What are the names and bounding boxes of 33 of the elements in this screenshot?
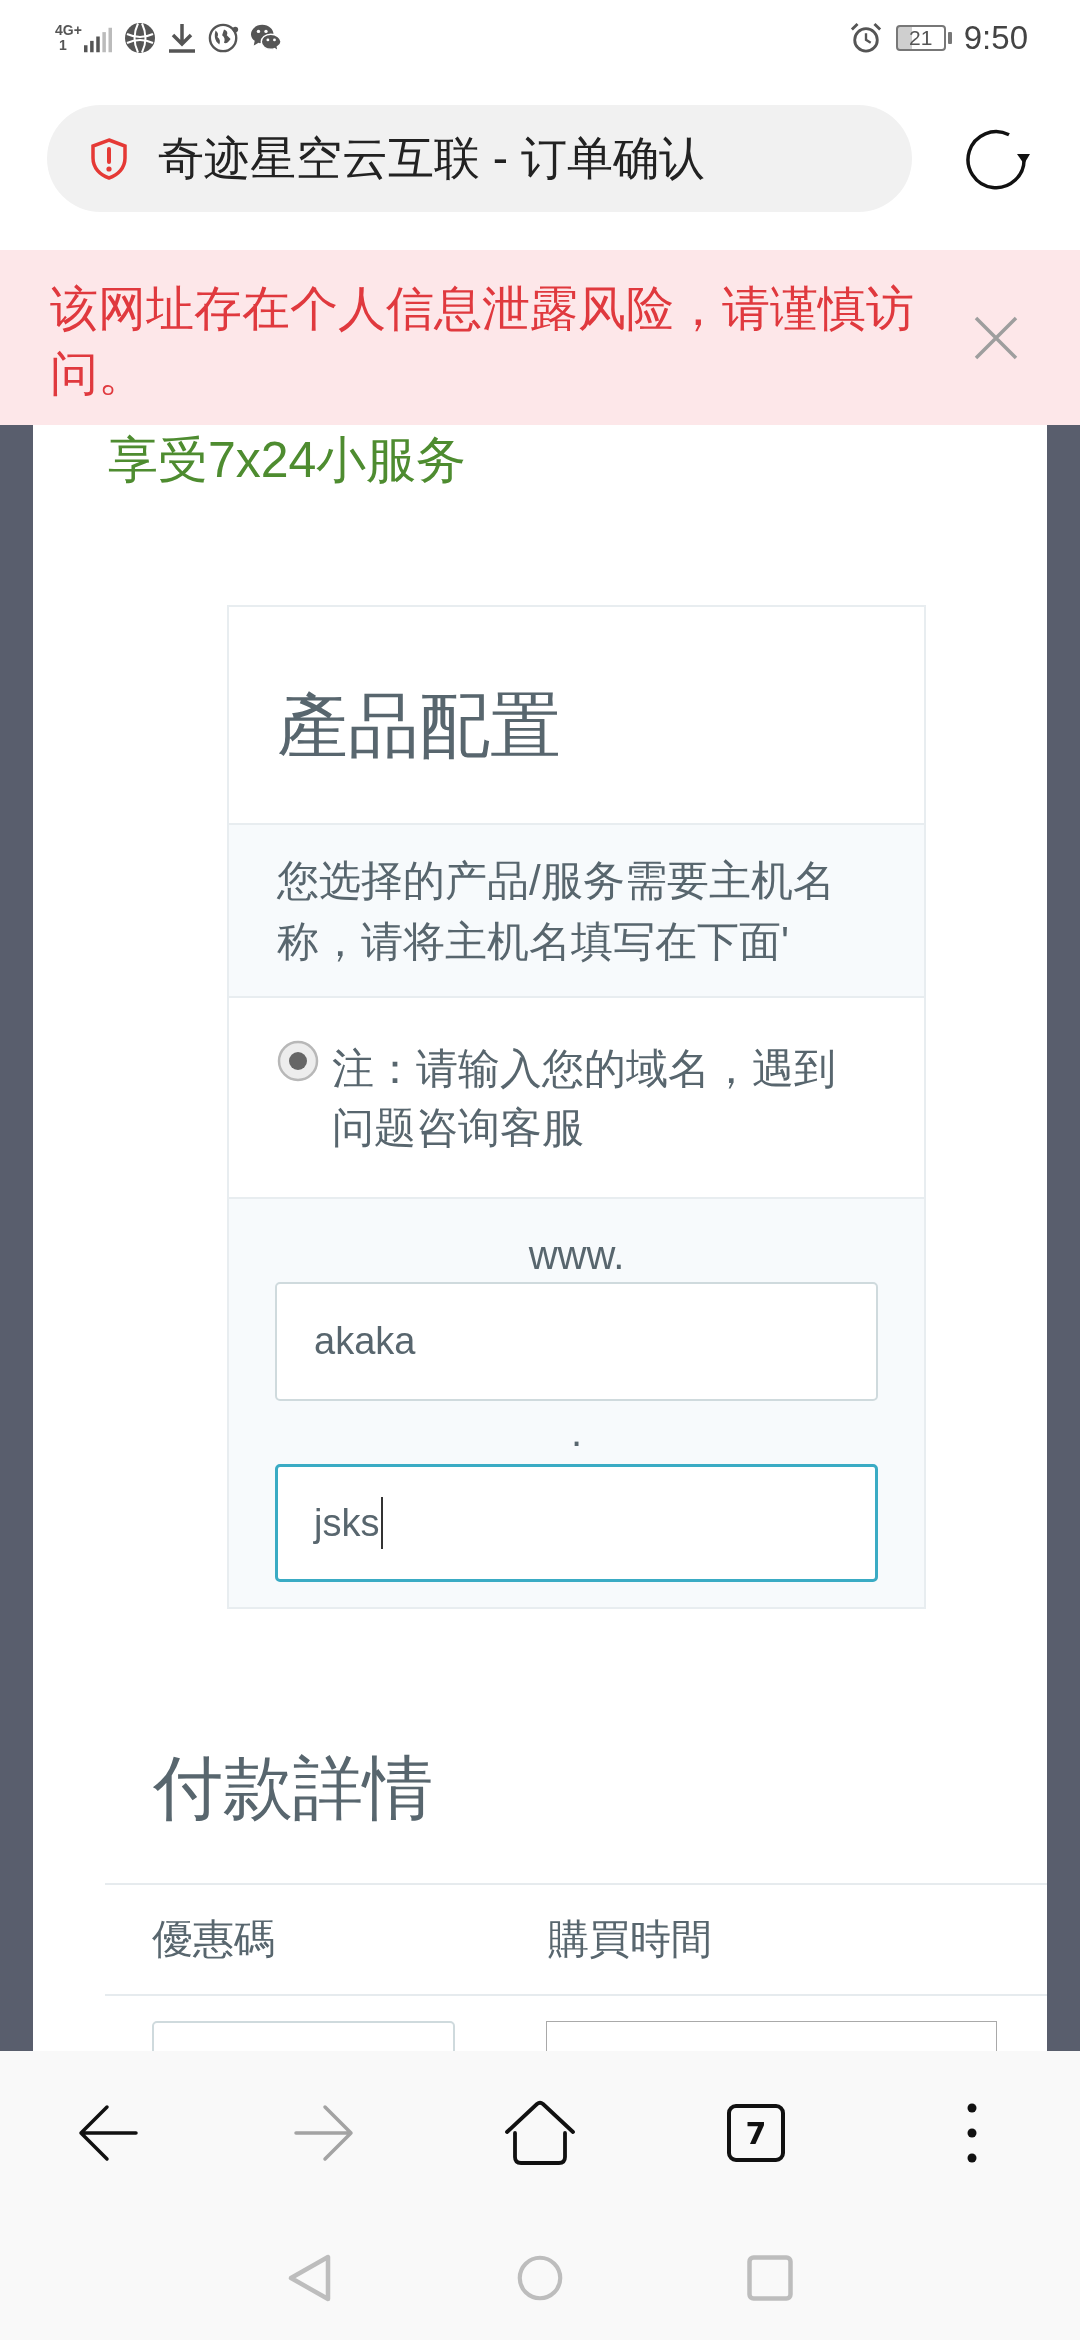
section-title: 產品配置 — [277, 685, 561, 767]
page-title: 奇迹星空云互联 - 订单确认 — [158, 130, 705, 186]
back-icon[interactable] — [77, 2103, 139, 2163]
warning-shield-icon — [90, 137, 128, 180]
sim-slot-text: 1 — [59, 37, 67, 53]
globe-icon — [123, 21, 156, 54]
nav-recents-icon[interactable] — [747, 2253, 793, 2303]
network-type-text: 4G+ — [55, 22, 82, 38]
tagline-text: 享受7x24小服务 — [108, 431, 467, 490]
domain-field[interactable]: jsks — [275, 1464, 878, 1582]
nav-home-icon[interactable] — [517, 2253, 563, 2303]
prefix-text: www. — [528, 1232, 625, 1279]
section-title: 付款詳情 — [153, 1748, 433, 1829]
column-header: 購買時間 — [548, 1915, 712, 1964]
tabs-button[interactable]: 7 — [727, 2104, 785, 2162]
battery-percent-text: 21 — [909, 26, 933, 49]
hostname-field[interactable]: akaka — [275, 1282, 878, 1401]
alarm-clock-icon — [849, 21, 882, 54]
more-options-icon[interactable] — [967, 2103, 977, 2163]
text-cursor-icon — [381, 1497, 384, 1549]
signal-bars-icon — [83, 26, 112, 53]
nav-back-icon[interactable] — [287, 2253, 333, 2303]
radio-button[interactable] — [277, 1040, 319, 1082]
close-icon[interactable] — [974, 316, 1018, 360]
home-icon[interactable] — [504, 2100, 576, 2166]
warning-text: 该网址存在个人信息泄露风险，请谨慎访问。 — [50, 281, 915, 402]
address-bar[interactable]: 奇迹星空云互联 - 订单确认 — [47, 105, 912, 212]
globe-outline-icon — [207, 21, 240, 54]
separator-text: . — [570, 1409, 583, 1456]
option-label: 注：请输入您的域名，遇到问题咨询客服 — [332, 1044, 837, 1153]
notice-text: 您选择的产品/服务需要主机名称，请将主机名填写在下面' — [277, 857, 835, 965]
clock-time: 9:50 — [963, 18, 1028, 57]
column-header: 優惠碼 — [152, 1915, 275, 1964]
